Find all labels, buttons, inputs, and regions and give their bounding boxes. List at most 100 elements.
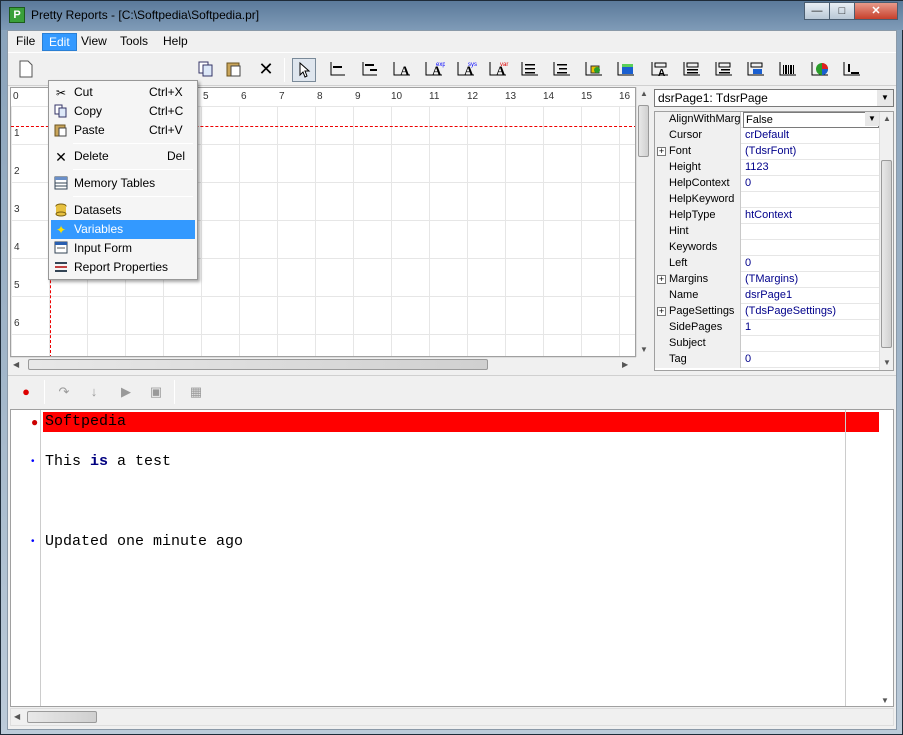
menu-separator [73,143,193,144]
scroll-thumb[interactable] [881,160,892,348]
text-tool-icon[interactable]: A [390,58,414,82]
scroll-up-icon[interactable]: ▲ [640,89,648,98]
property-row[interactable]: + PageSettings (TdsPageSettings) [655,304,879,320]
scroll-left-icon[interactable]: ◀ [14,712,20,721]
property-row[interactable]: Tag 0 [655,352,879,368]
menu-help[interactable]: Help [157,33,194,51]
designer-vertical-scrollbar[interactable]: ▲ ▼ [636,87,650,357]
maximize-button[interactable]: □ [829,2,855,20]
code-line[interactable]: This is a test [45,453,171,470]
code-line[interactable]: Updated one minute ago [45,533,243,550]
ruler-tick: 0 [13,91,19,102]
menu-cut[interactable]: ✂ Cut Ctrl+X [51,83,195,102]
step-into-icon[interactable]: ↓ [84,382,104,402]
object-selector[interactable]: dsrPage1: TdsrPage ▼ [654,89,894,107]
property-row[interactable]: + Font (TdsrFont) [655,144,879,160]
band-tool-icon[interactable] [326,58,350,82]
property-row[interactable]: HelpType htContext [655,208,879,224]
menu-tools[interactable]: Tools [114,33,154,51]
chart-tool-icon[interactable] [808,58,832,82]
chevron-down-icon[interactable]: ▼ [877,90,893,106]
dbmemo-tool-icon[interactable] [680,58,704,82]
code-line[interactable]: Softpedia [45,413,126,430]
menu-datasets[interactable]: Datasets [51,201,195,220]
property-inspector[interactable]: AlignWithMargi False ▼ Cursor crDefault + Fo… [654,111,894,371]
scroll-left-icon[interactable]: ◀ [13,360,19,369]
image-tool-icon[interactable] [582,58,606,82]
pointer-tool-icon[interactable] [292,58,316,82]
menu-report-properties[interactable]: Report Properties [51,258,195,277]
app-icon: P [9,7,25,23]
dbtext-tool-icon[interactable]: A [648,58,672,82]
system-text-icon[interactable]: Asys [454,58,478,82]
subband-tool-icon[interactable] [358,58,382,82]
toolbar-separator [174,380,175,404]
scroll-down-icon[interactable]: ▼ [883,358,891,367]
scroll-down-icon[interactable]: ▼ [881,696,889,705]
property-row[interactable]: Cursor crDefault [655,128,879,144]
inspector-scrollbar[interactable]: ▲ ▼ [879,112,893,370]
menu-paste[interactable]: Paste Ctrl+V [51,121,195,140]
menu-view[interactable]: View [75,33,113,51]
calculator-icon[interactable]: ▦ [186,382,206,402]
property-row[interactable]: HelpKeyword [655,192,879,208]
subreport-tool-icon[interactable] [840,58,864,82]
new-document-icon[interactable] [14,58,38,82]
scroll-right-icon[interactable]: ▶ [622,360,628,369]
scroll-thumb[interactable] [27,711,97,723]
line-marker-icon: • [31,536,35,547]
expand-icon[interactable]: + [657,147,666,156]
chevron-down-icon[interactable]: ▼ [865,112,879,126]
memo-tool-icon[interactable] [518,58,542,82]
dbrichtext-tool-icon[interactable] [712,58,736,82]
minimize-button[interactable]: — [804,2,830,20]
close-button[interactable]: ✕ [854,2,898,20]
richtext-tool-icon[interactable] [550,58,574,82]
menu-input-form[interactable]: Input Form [51,239,195,258]
property-row[interactable]: AlignWithMargi False ▼ [655,112,879,128]
expand-icon[interactable]: + [657,307,666,316]
menu-memory-tables[interactable]: Memory Tables [51,174,195,193]
run-icon[interactable]: ▶ [116,382,136,402]
gradient-tool-icon[interactable] [614,58,638,82]
menu-edit[interactable]: Edit [42,33,77,51]
expand-icon[interactable]: + [657,275,666,284]
scroll-thumb[interactable] [28,359,488,370]
ruler-tick: 6 [14,318,20,329]
scroll-down-icon[interactable]: ▼ [640,345,648,354]
paste-icon[interactable] [222,58,246,82]
step-over-icon[interactable]: ↷ [54,382,74,402]
property-row[interactable]: Keywords [655,240,879,256]
barcode-tool-icon[interactable] [776,58,800,82]
delete-icon[interactable]: ✕ [254,58,278,82]
variable-text-icon[interactable]: Avar [486,58,510,82]
property-row[interactable]: SidePages 1 [655,320,879,336]
expression-text-icon[interactable]: Aexp [422,58,446,82]
property-row[interactable]: Left 0 [655,256,879,272]
property-row[interactable]: HelpContext 0 [655,176,879,192]
breakpoint-icon[interactable]: ● [31,415,38,429]
script-editor[interactable]: ● Softpedia • This is a test • Updated o… [10,409,894,707]
stop-icon[interactable]: ▣ [146,382,166,402]
menu-copy[interactable]: Copy Ctrl+C [51,102,195,121]
copy-icon [53,104,69,120]
menu-file[interactable]: File [10,33,41,51]
property-row[interactable]: Subject [655,336,879,352]
property-row[interactable]: + Margins (TMargins) [655,272,879,288]
menu-variables[interactable]: ✦ Variables [51,220,195,239]
add-breakpoint-icon[interactable]: ● [16,382,36,402]
scroll-up-icon[interactable]: ▲ [883,114,891,123]
editor-horizontal-scrollbar[interactable]: ◀ [10,708,894,726]
title-bar[interactable]: P Pretty Reports - [C:\Softpedia\Softped… [1,1,903,30]
scroll-thumb[interactable] [638,105,649,157]
copy-icon[interactable] [194,58,218,82]
designer-horizontal-scrollbar[interactable]: ◀ ▶ [10,357,636,371]
menu-bar: File Edit View Tools Help [8,31,896,51]
svg-text:A: A [400,63,410,78]
property-row[interactable]: Hint [655,224,879,240]
editor-gutter[interactable] [11,410,41,706]
menu-delete[interactable]: ✕ Delete Del [51,147,195,166]
dbimage-tool-icon[interactable] [744,58,768,82]
property-row[interactable]: Name dsrPage1 [655,288,879,304]
property-row[interactable]: Height 1123 [655,160,879,176]
